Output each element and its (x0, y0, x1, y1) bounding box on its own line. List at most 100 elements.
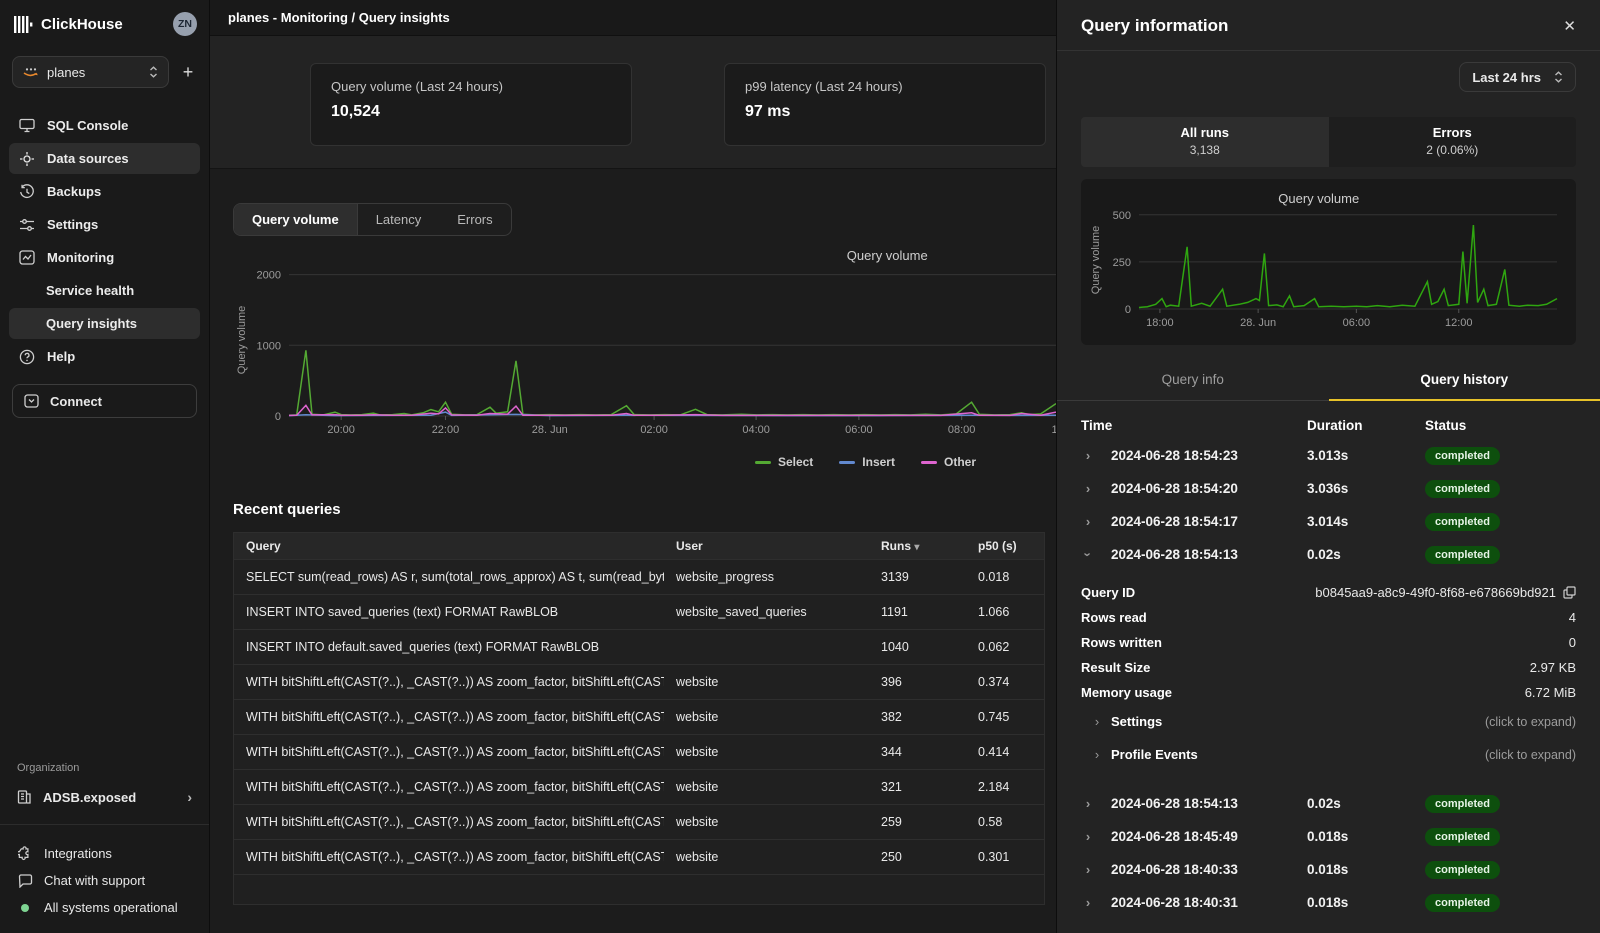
sidebar-item-settings[interactable]: Settings (9, 209, 200, 240)
svg-text:Query volume: Query volume (1278, 191, 1359, 206)
clickhouse-logo-icon (14, 15, 33, 34)
status-badge: completed (1425, 480, 1500, 498)
organization-switcher[interactable]: ADSB.exposed › (0, 783, 209, 811)
svg-text:12:00: 12:00 (1445, 317, 1473, 329)
tab-query-info[interactable]: Query info (1057, 361, 1329, 400)
tab-query-volume[interactable]: Query volume (234, 204, 358, 235)
history-row[interactable]: › 2024-06-28 18:54:17 3.014s completed (1081, 505, 1576, 538)
chart-icon (18, 250, 36, 265)
status-badge: completed (1425, 546, 1500, 564)
table-row[interactable]: WITH bitShiftLeft(CAST(?..), _CAST(?..))… (234, 769, 1044, 804)
updown-chevron-icon (149, 66, 158, 78)
sidebar-item-label: Monitoring (47, 250, 114, 265)
table-row[interactable]: INSERT INTO default.saved_queries (text)… (234, 629, 1044, 664)
svg-text:250: 250 (1113, 257, 1131, 269)
history-row[interactable]: › 2024-06-28 18:45:49 0.018s completed (1081, 820, 1576, 853)
chevron-right-icon: › (1081, 481, 1095, 496)
tab-query-history[interactable]: Query history (1329, 361, 1600, 401)
restore-clock-icon (18, 184, 36, 200)
system-status-link[interactable]: All systems operational (0, 894, 209, 921)
sidebar-item-query-insights[interactable]: Query insights (9, 308, 200, 339)
tab-errors[interactable]: Errors (439, 204, 510, 235)
close-icon[interactable]: ✕ (1563, 19, 1576, 34)
status-badge: completed (1425, 513, 1500, 531)
legend-item-other[interactable]: Other (921, 455, 976, 469)
recent-queries-title: Recent queries (233, 501, 1056, 518)
column-status: Status (1425, 418, 1576, 433)
detail-row: Result Size 2.97 KB (1081, 655, 1576, 680)
sidebar-item-service-health[interactable]: Service health (9, 275, 200, 306)
svg-text:02:00: 02:00 (640, 424, 668, 436)
history-row[interactable]: › 2024-06-28 18:54:13 0.02s completed (1081, 787, 1576, 820)
chevron-right-icon: › (1081, 829, 1095, 844)
svg-text:0: 0 (1125, 304, 1131, 316)
time-range-select[interactable]: Last 24 hrs (1459, 62, 1576, 92)
sidebar-item-sql-console[interactable]: SQL Console (9, 110, 200, 141)
settings-expandable[interactable]: › Settings (click to expand) (1081, 705, 1576, 738)
sidebar-header: ClickHouse ZN (0, 0, 209, 44)
panel-header: Query information ✕ (1057, 0, 1600, 51)
tab-value: 2 (0.06%) (1329, 143, 1577, 157)
legend-label: Insert (862, 455, 895, 469)
table-row[interactable]: WITH bitShiftLeft(CAST(?..), _CAST(?..))… (234, 734, 1044, 769)
detail-label: Result Size (1081, 660, 1150, 675)
tab-all-runs[interactable]: All runs 3,138 (1081, 117, 1329, 167)
run-time: 2024-06-28 18:54:13 (1111, 796, 1307, 811)
svg-text:28. Jun: 28. Jun (532, 424, 568, 436)
table-row[interactable]: WITH bitShiftLeft(CAST(?..), _CAST(?..))… (234, 804, 1044, 839)
chat-bubble-icon (17, 874, 33, 888)
profile-events-expandable[interactable]: › Profile Events (click to expand) (1081, 738, 1576, 771)
column-runs[interactable]: Runs ▾ (869, 539, 966, 553)
history-row[interactable]: › 2024-06-28 18:54:23 3.013s completed (1081, 439, 1576, 472)
tab-latency[interactable]: Latency (358, 204, 440, 235)
status-badge: completed (1425, 894, 1500, 912)
add-service-button[interactable]: + (179, 63, 197, 81)
main-body: Query volume Latency Errors 01000200020:… (210, 169, 1056, 905)
stat-value: 97 ms (745, 103, 1025, 121)
copy-icon[interactable] (1563, 586, 1576, 599)
sliders-icon (18, 218, 36, 232)
sidebar-item-label: Query insights (46, 316, 137, 331)
legend-swatch-icon (839, 461, 855, 464)
history-row[interactable]: › 2024-06-28 18:54:20 3.036s completed (1081, 472, 1576, 505)
legend-item-insert[interactable]: Insert (839, 455, 895, 469)
sidebar-item-help[interactable]: Help (9, 341, 200, 372)
svg-text:Query volume: Query volume (847, 248, 928, 263)
integrations-link[interactable]: Integrations (0, 840, 209, 867)
sidebar-item-backups[interactable]: Backups (9, 176, 200, 207)
stat-card-query-volume: Query volume (Last 24 hours) 10,524 (310, 63, 632, 146)
column-user[interactable]: User (664, 539, 869, 553)
table-row-partial[interactable] (234, 874, 1044, 904)
column-p50[interactable]: p50 (s) (966, 539, 1046, 553)
avatar[interactable]: ZN (173, 12, 197, 36)
legend-item-select[interactable]: Select (755, 455, 813, 469)
divider (0, 824, 209, 825)
connect-button[interactable]: Connect (12, 384, 197, 418)
chevron-right-icon: › (1081, 448, 1095, 463)
stats-strip: Query volume (Last 24 hours) 10,524 p99 … (210, 36, 1056, 169)
column-query[interactable]: Query (234, 539, 664, 553)
sidebar-item-monitoring[interactable]: Monitoring (9, 242, 200, 273)
sort-desc-icon: ▾ (914, 542, 919, 553)
tab-errors[interactable]: Errors 2 (0.06%) (1329, 117, 1577, 167)
legend-swatch-icon (921, 461, 937, 464)
history-row[interactable]: › 2024-06-28 18:40:33 0.018s completed (1081, 853, 1576, 886)
sidebar-item-label: Help (47, 349, 75, 364)
sidebar-item-data-sources[interactable]: Data sources (9, 143, 200, 174)
table-row[interactable]: WITH bitShiftLeft(CAST(?..), _CAST(?..))… (234, 664, 1044, 699)
service-select[interactable]: planes (12, 56, 169, 88)
legend-label: Select (778, 455, 813, 469)
tab-value: 3,138 (1081, 143, 1329, 157)
table-row[interactable]: SELECT sum(read_rows) AS r, sum(total_ro… (234, 559, 1044, 594)
aws-icon (23, 66, 38, 78)
history-row[interactable]: › 2024-06-28 18:40:31 0.018s completed (1081, 886, 1576, 919)
sidebar-footer: Organization ADSB.exposed › Integrations… (0, 762, 209, 933)
run-duration: 0.018s (1307, 862, 1425, 877)
table-row[interactable]: WITH bitShiftLeft(CAST(?..), _CAST(?..))… (234, 699, 1044, 734)
history-row-expanded[interactable]: › 2024-06-28 18:54:13 0.02s completed (1081, 538, 1576, 571)
monitor-icon (18, 118, 36, 133)
table-row[interactable]: WITH bitShiftLeft(CAST(?..), _CAST(?..))… (234, 839, 1044, 874)
chat-support-link[interactable]: Chat with support (0, 867, 209, 894)
table-row[interactable]: INSERT INTO saved_queries (text) FORMAT … (234, 594, 1044, 629)
stat-label: p99 latency (Last 24 hours) (745, 79, 1025, 94)
